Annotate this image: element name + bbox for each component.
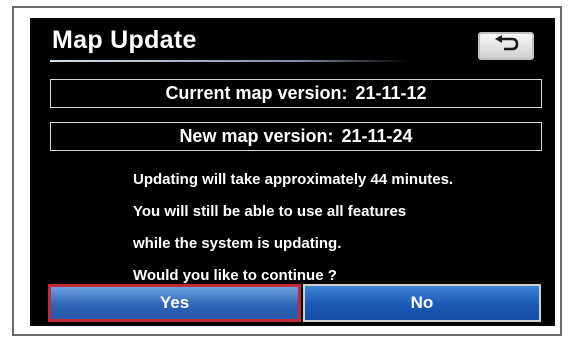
title-underline (50, 60, 410, 62)
dialog-title: Map Update (52, 26, 197, 54)
back-button[interactable] (478, 32, 534, 60)
message-line: Updating will take approximately 44 minu… (133, 171, 454, 188)
no-button[interactable]: No (303, 284, 541, 322)
message-line: while the system is updating. (133, 235, 342, 252)
new-map-version: New map version: 21-11-24 (50, 122, 542, 151)
update-message: Updating will take approximately 44 minu… (133, 164, 533, 292)
yes-button[interactable]: Yes (48, 284, 301, 322)
return-arrow-icon (492, 34, 520, 59)
current-version-label: Current map version: (165, 83, 348, 103)
current-version-value: 21-11-12 (355, 83, 427, 103)
current-map-version: Current map version: 21-11-12 (50, 79, 542, 108)
new-version-value: 21-11-24 (341, 126, 413, 146)
new-version-label: New map version: (179, 126, 334, 146)
map-update-dialog: Map Update Current map version: 21-11-12… (30, 18, 555, 326)
message-line: You will still be able to use all featur… (133, 203, 407, 220)
